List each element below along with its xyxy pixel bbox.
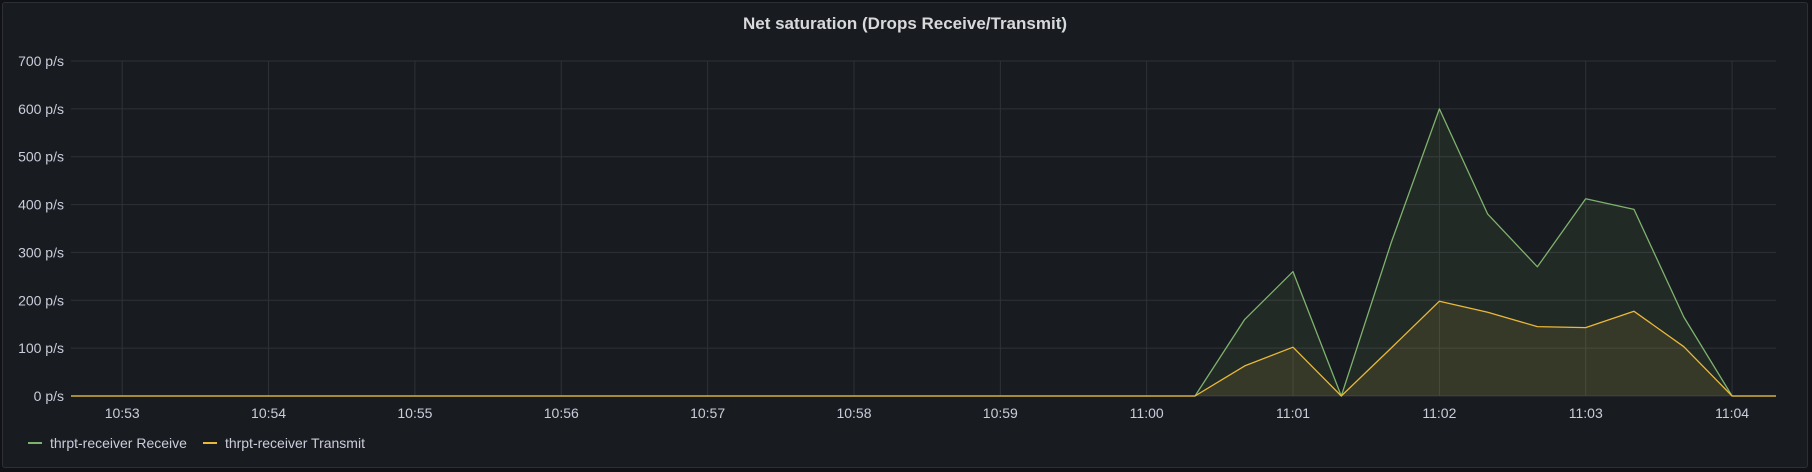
x-tick-label: 10:58 xyxy=(836,405,871,421)
x-tick-label: 10:57 xyxy=(690,405,725,421)
x-tick-label: 10:54 xyxy=(251,405,286,421)
x-tick-label: 11:04 xyxy=(1715,405,1749,421)
y-tick-label: 100 p/s xyxy=(18,340,64,356)
y-tick-label: 400 p/s xyxy=(18,197,64,213)
x-tick-label: 10:55 xyxy=(397,405,432,421)
y-tick-label: 200 p/s xyxy=(18,292,64,308)
x-tick-label: 11:00 xyxy=(1130,405,1164,421)
x-tick-label: 11:01 xyxy=(1276,405,1310,421)
legend-label-transmit: thrpt-receiver Transmit xyxy=(224,435,365,451)
y-tick-label: 500 p/s xyxy=(18,149,64,165)
x-tick-label: 11:03 xyxy=(1569,405,1603,421)
y-tick-label: 0 p/s xyxy=(34,388,64,404)
legend-item-transmit[interactable]: thrpt-receiver Transmit xyxy=(202,435,365,451)
y-tick-label: 700 p/s xyxy=(18,53,64,69)
legend-swatch-receive xyxy=(28,442,42,444)
legend-item-receive[interactable]: thrpt-receiver Receive xyxy=(28,435,187,451)
x-tick-label: 10:56 xyxy=(544,405,579,421)
x-tick-label: 11:02 xyxy=(1422,405,1456,421)
y-tick-label: 600 p/s xyxy=(18,101,64,117)
legend-swatch-transmit xyxy=(202,442,217,444)
legend-label-receive: thrpt-receiver Receive xyxy=(50,435,187,451)
legend: thrpt-receiver Receive thrpt-receiver Tr… xyxy=(28,435,365,451)
chart-plot[interactable]: 0 p/s 100 p/s 200 p/s 300 p/s 400 p/s 500 p/s… xyxy=(0,0,1812,472)
y-tick-label: 300 p/s xyxy=(18,244,64,260)
x-tick-label: 10:53 xyxy=(105,405,140,421)
x-tick-label: 10:59 xyxy=(983,405,1018,421)
